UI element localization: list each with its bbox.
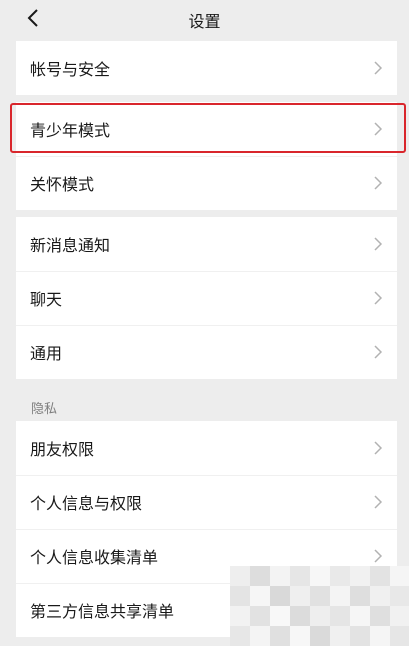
chevron-right-icon: [374, 61, 383, 75]
settings-item-label: 朋友权限: [30, 440, 95, 459]
settings-group-general: 新消息通知 聊天 通用: [16, 217, 397, 379]
settings-item-label: 关怀模式: [30, 175, 95, 194]
chevron-right-icon: [374, 495, 383, 509]
mosaic-watermark: [230, 566, 409, 646]
settings-item-teen-mode[interactable]: 青少年模式: [16, 102, 397, 156]
chevron-right-icon: [374, 345, 383, 359]
settings-item-label: 个人信息与权限: [30, 494, 143, 513]
settings-group-account: 帐号与安全: [16, 41, 397, 95]
settings-item-general[interactable]: 通用: [16, 325, 397, 379]
chevron-right-icon: [374, 176, 383, 190]
settings-item-account-security[interactable]: 帐号与安全: [16, 41, 397, 95]
settings-item-notifications[interactable]: 新消息通知: [16, 217, 397, 271]
chevron-right-icon: [374, 549, 383, 563]
settings-group-modes: 青少年模式 关怀模式: [16, 102, 397, 210]
settings-item-label: 帐号与安全: [30, 60, 111, 79]
chevron-right-icon: [374, 441, 383, 455]
settings-item-label: 个人信息收集清单: [30, 548, 159, 567]
settings-item-label: 新消息通知: [30, 236, 111, 255]
settings-item-friend-permissions[interactable]: 朋友权限: [16, 421, 397, 475]
settings-item-chat[interactable]: 聊天: [16, 271, 397, 325]
nav-bar: 设置: [0, 0, 409, 38]
settings-item-personal-info-permissions[interactable]: 个人信息与权限: [16, 475, 397, 529]
settings-item-care-mode[interactable]: 关怀模式: [16, 156, 397, 210]
settings-item-label: 青少年模式: [30, 121, 111, 140]
page-title: 设置: [188, 12, 221, 31]
settings-item-label: 聊天: [30, 290, 63, 309]
chevron-right-icon: [374, 122, 383, 136]
chevron-right-icon: [374, 291, 383, 305]
chevron-right-icon: [374, 237, 383, 251]
settings-item-label: 第三方信息共享清单: [30, 602, 175, 621]
section-title-privacy: 隐私: [31, 402, 58, 417]
settings-item-label: 通用: [30, 344, 63, 363]
